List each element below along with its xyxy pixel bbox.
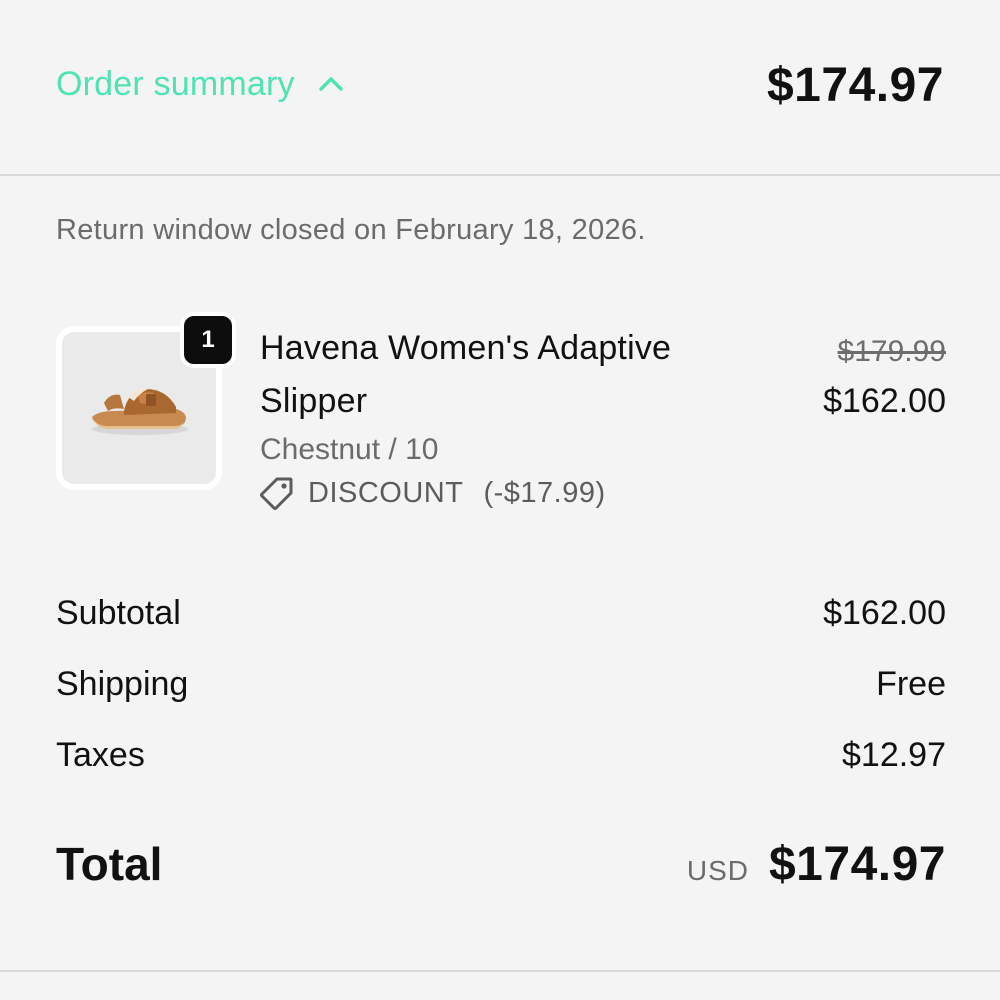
product-variant: Chestnut / 10 (260, 433, 439, 466)
totals-section: Subtotal $162.00 Shipping Free Taxes $12… (56, 588, 946, 801)
order-summary-header: Order summary $174.97 (0, 0, 1000, 176)
shipping-value: Free (876, 664, 946, 703)
order-summary-toggle-label: Order summary (56, 64, 295, 103)
grand-total-value: USD $174.97 (687, 837, 946, 892)
order-summary-toggle[interactable]: Order summary (56, 62, 345, 106)
grand-total-label: Total (56, 838, 163, 890)
return-window-notice: Return window closed on February 18, 202… (56, 214, 646, 246)
shipping-label: Shipping (56, 664, 189, 703)
price-current: $162.00 (823, 382, 946, 420)
taxes-row: Taxes $12.97 (56, 730, 946, 780)
discount-amount: (-$17.99) (483, 476, 606, 509)
header-order-total: $174.97 (766, 59, 944, 112)
grand-total-row: Total USD $174.97 (56, 832, 946, 896)
bottom-divider (0, 970, 1000, 972)
product-prices: $179.99 $162.00 (823, 326, 946, 426)
grand-total-amount: $174.97 (768, 837, 946, 891)
shipping-row: Shipping Free (56, 659, 946, 709)
price-original: $179.99 (837, 335, 946, 368)
product-title: Havena Women's Adaptive Slipper (260, 329, 672, 420)
tag-icon (260, 477, 293, 510)
line-item: 1 Havena Women's Adaptive Slipper Chestn… (56, 312, 946, 526)
slipper-image (92, 388, 188, 435)
subtotal-value: $162.00 (823, 593, 946, 632)
order-summary-page: Order summary $174.97 Return window clos… (0, 0, 1000, 1000)
currency-code: USD (686, 854, 749, 886)
taxes-label: Taxes (56, 735, 145, 774)
quantity-badge: 1 (180, 312, 236, 368)
taxes-value: $12.97 (842, 735, 946, 774)
chevron-up-icon (319, 77, 343, 91)
product-info: Havena Women's Adaptive Slipper Chestnut… (260, 326, 740, 510)
discount-line: DISCOUNT (-$17.99) (260, 476, 740, 510)
subtotal-row: Subtotal $162.00 (56, 588, 946, 638)
discount-label: DISCOUNT (308, 476, 464, 509)
subtotal-label: Subtotal (56, 593, 181, 632)
